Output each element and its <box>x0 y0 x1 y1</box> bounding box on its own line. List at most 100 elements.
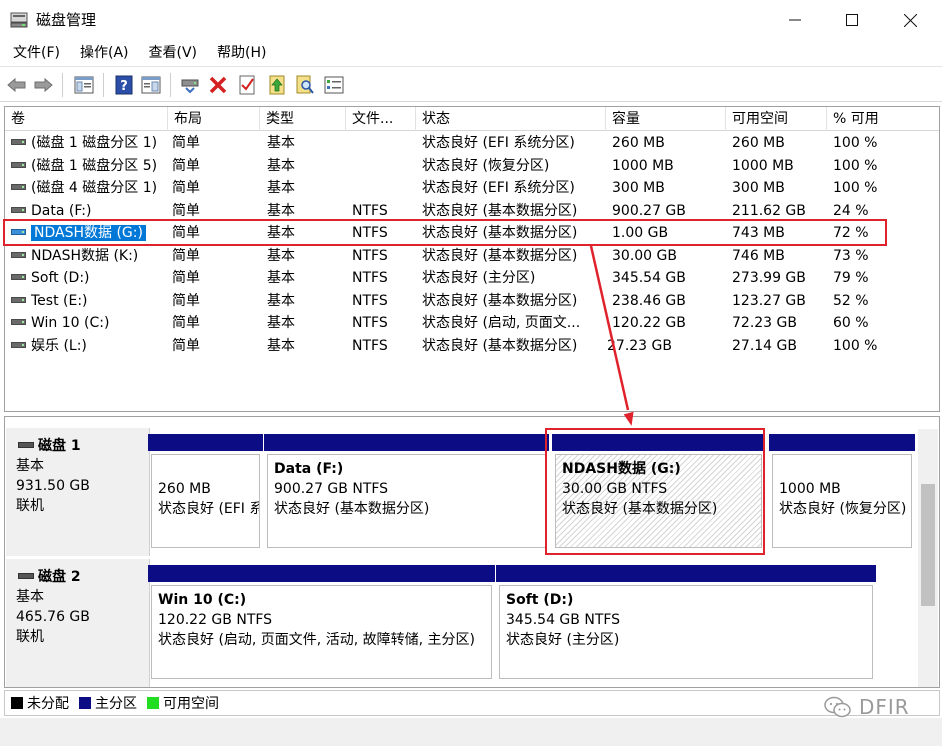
watermark-text: DFIR <box>859 695 910 719</box>
watermark: DFIR <box>823 695 910 719</box>
partition-status: 状态良好 (主分区) <box>506 632 620 648</box>
console-tree-button[interactable] <box>73 74 95 96</box>
volume-name: (磁盘 1 磁盘分区 1) <box>8 132 166 154</box>
column-header-filesystem[interactable]: 文件... <box>346 107 416 131</box>
check-button[interactable] <box>236 74 258 96</box>
volume-list-header: 卷 布局 类型 文件... 状态 容量 可用空间 % 可用 <box>5 107 939 131</box>
column-header-percent-free[interactable]: % 可用 <box>827 107 939 131</box>
partition-title: Win 10 (C:) <box>158 592 247 608</box>
volume-status: 状态良好 (EFI 系统分区) <box>422 180 575 196</box>
partition-soft-d[interactable]: Soft (D:) 345.54 GB NTFS 状态良好 (主分区) <box>496 565 876 681</box>
volume-name: NDASH数据 (K:) <box>8 245 166 267</box>
partition-efi[interactable]: 260 MB 状态良好 (EFI 系统分区) <box>148 434 263 550</box>
volume-status: 状态良好 (启动, 页面文... <box>422 315 581 331</box>
column-header-status[interactable]: 状态 <box>416 107 606 131</box>
console-tree-icon <box>74 76 94 94</box>
partition-bar <box>264 434 549 451</box>
help-button[interactable]: ? <box>113 74 135 96</box>
volume-percent-free: 79 % <box>833 270 869 286</box>
table-row[interactable]: NDASH数据 (K:) 简单 基本 NTFS 状态良好 (基本数据分区) 30.00 G… <box>5 245 939 268</box>
maximize-button[interactable] <box>821 0 883 40</box>
column-header-type[interactable]: 类型 <box>260 107 346 131</box>
search-button[interactable] <box>294 74 316 96</box>
volume-type: 基本 <box>267 337 295 354</box>
disk-type: 基本 <box>16 458 44 474</box>
drive-icon <box>11 251 26 258</box>
table-row[interactable]: Test (E:) 简单 基本 NTFS 状态良好 (基本数据分区) 238.46 GB 1… <box>5 290 939 313</box>
maximize-icon <box>846 14 858 26</box>
scrollbar-thumb[interactable] <box>921 484 935 606</box>
connect-drive-icon <box>181 79 199 94</box>
volume-layout: 简单 <box>172 337 200 354</box>
volume-free-space: 72.23 GB <box>732 315 797 331</box>
volume-filesystem: NTFS <box>352 292 388 309</box>
legend-unallocated: 未分配 <box>11 693 69 713</box>
partition-size: 260 MB <box>158 481 211 497</box>
disk-icon <box>18 441 34 448</box>
table-row[interactable]: Win 10 (C:) 简单 基本 NTFS 状态良好 (启动, 页面文... 120.2… <box>5 312 939 335</box>
table-row[interactable]: Soft (D:) 简单 基本 NTFS 状态良好 (主分区) 345.54 GB 273.… <box>5 267 939 290</box>
menu-view[interactable]: 查看(V) <box>139 40 208 66</box>
properties-pane-button[interactable] <box>140 74 162 96</box>
partition-bar <box>769 434 915 451</box>
toolbar-separator <box>170 73 171 97</box>
volume-capacity: 260 MB <box>612 135 665 151</box>
volume-layout: 简单 <box>172 270 200 286</box>
toolbar-separator <box>103 73 104 97</box>
volume-label: 娱乐 (L:) <box>31 337 87 354</box>
legend: 未分配 主分区 可用空间 <box>4 690 940 716</box>
volume-capacity: 238.46 GB <box>612 292 686 309</box>
volume-label: Data (F:) <box>31 202 92 219</box>
disk-1-label[interactable]: 磁盘 1 基本 931.50 GB 联机 <box>6 428 150 556</box>
volume-name: 娱乐 (L:) <box>8 335 166 357</box>
volume-status: 状态良好 (基本数据分区) <box>422 337 578 354</box>
volume-percent-free: 100 % <box>833 337 878 354</box>
menu-file[interactable]: 文件(F) <box>0 40 70 66</box>
back-button[interactable] <box>6 74 28 96</box>
minimize-button[interactable] <box>764 0 826 40</box>
partition-win10-c[interactable]: Win 10 (C:) 120.22 GB NTFS 状态良好 (启动, 页面文… <box>148 565 495 681</box>
disk-size: 931.50 GB <box>16 478 90 494</box>
volume-free-space: 27.14 GB <box>732 337 797 354</box>
partition-recovery[interactable]: 1000 MB 状态良好 (恢复分区) <box>769 434 915 550</box>
delete-button[interactable] <box>207 74 229 96</box>
disk-size: 465.76 GB <box>16 609 90 625</box>
partition-bar <box>148 434 263 451</box>
close-button[interactable] <box>879 0 941 40</box>
table-row[interactable]: (磁盘 4 磁盘分区 1) 简单 基本 状态良好 (EFI 系统分区) 300 MB 30… <box>5 177 939 200</box>
drive-icon <box>11 319 26 325</box>
volume-layout: 简单 <box>172 157 200 174</box>
connect-drive-button[interactable] <box>180 74 202 96</box>
disk-management-icon <box>10 12 28 28</box>
close-icon <box>903 13 917 27</box>
column-header-layout[interactable]: 布局 <box>168 107 260 131</box>
volume-percent-free: 100 % <box>833 157 878 174</box>
disk-type: 基本 <box>16 589 44 605</box>
forward-button[interactable] <box>32 74 54 96</box>
disk-status: 联机 <box>16 629 44 645</box>
volume-label: NDASH数据 (K:) <box>31 247 139 264</box>
table-row[interactable]: (磁盘 1 磁盘分区 1) 简单 基本 状态良好 (EFI 系统分区) 260 MB 26… <box>5 132 939 155</box>
rescan-button[interactable] <box>266 74 288 96</box>
table-row[interactable]: 娱乐 (L:) 简单 基本 NTFS 状态良好 (基本数据分区) 27.23 GB 27.1… <box>5 335 939 358</box>
menu-action[interactable]: 操作(A) <box>70 40 139 66</box>
legend-primary: 主分区 <box>79 693 137 713</box>
column-header-free-space[interactable]: 可用空间 <box>726 107 827 131</box>
partition-body: 260 MB 状态良好 (EFI 系统分区) <box>151 454 260 548</box>
volume-capacity: 345.54 GB <box>612 270 686 286</box>
volume-type: 基本 <box>267 247 295 264</box>
volume-label: Soft (D:) <box>31 270 90 286</box>
disk-map: 磁盘 1 基本 931.50 GB 联机 260 MB 状态良好 (EFI 系统… <box>4 416 940 688</box>
wechat-icon <box>824 696 851 718</box>
table-row[interactable]: (磁盘 1 磁盘分区 5) 简单 基本 状态良好 (恢复分区) 1000 MB 1000 … <box>5 155 939 178</box>
column-header-volume[interactable]: 卷 <box>5 107 168 131</box>
options-button[interactable] <box>323 74 345 96</box>
volume-status: 状态良好 (EFI 系统分区) <box>422 135 575 151</box>
column-header-capacity[interactable]: 容量 <box>606 107 726 131</box>
partition-data-f[interactable]: Data (F:) 900.27 GB NTFS 状态良好 (基本数据分区) <box>264 434 549 550</box>
disk-name: 磁盘 1 <box>38 438 81 454</box>
disk-2-label[interactable]: 磁盘 2 基本 465.76 GB 联机 <box>6 559 150 687</box>
volume-layout: 简单 <box>172 292 200 309</box>
disk-map-scrollbar[interactable] <box>918 429 938 687</box>
menu-help[interactable]: 帮助(H) <box>207 40 276 66</box>
